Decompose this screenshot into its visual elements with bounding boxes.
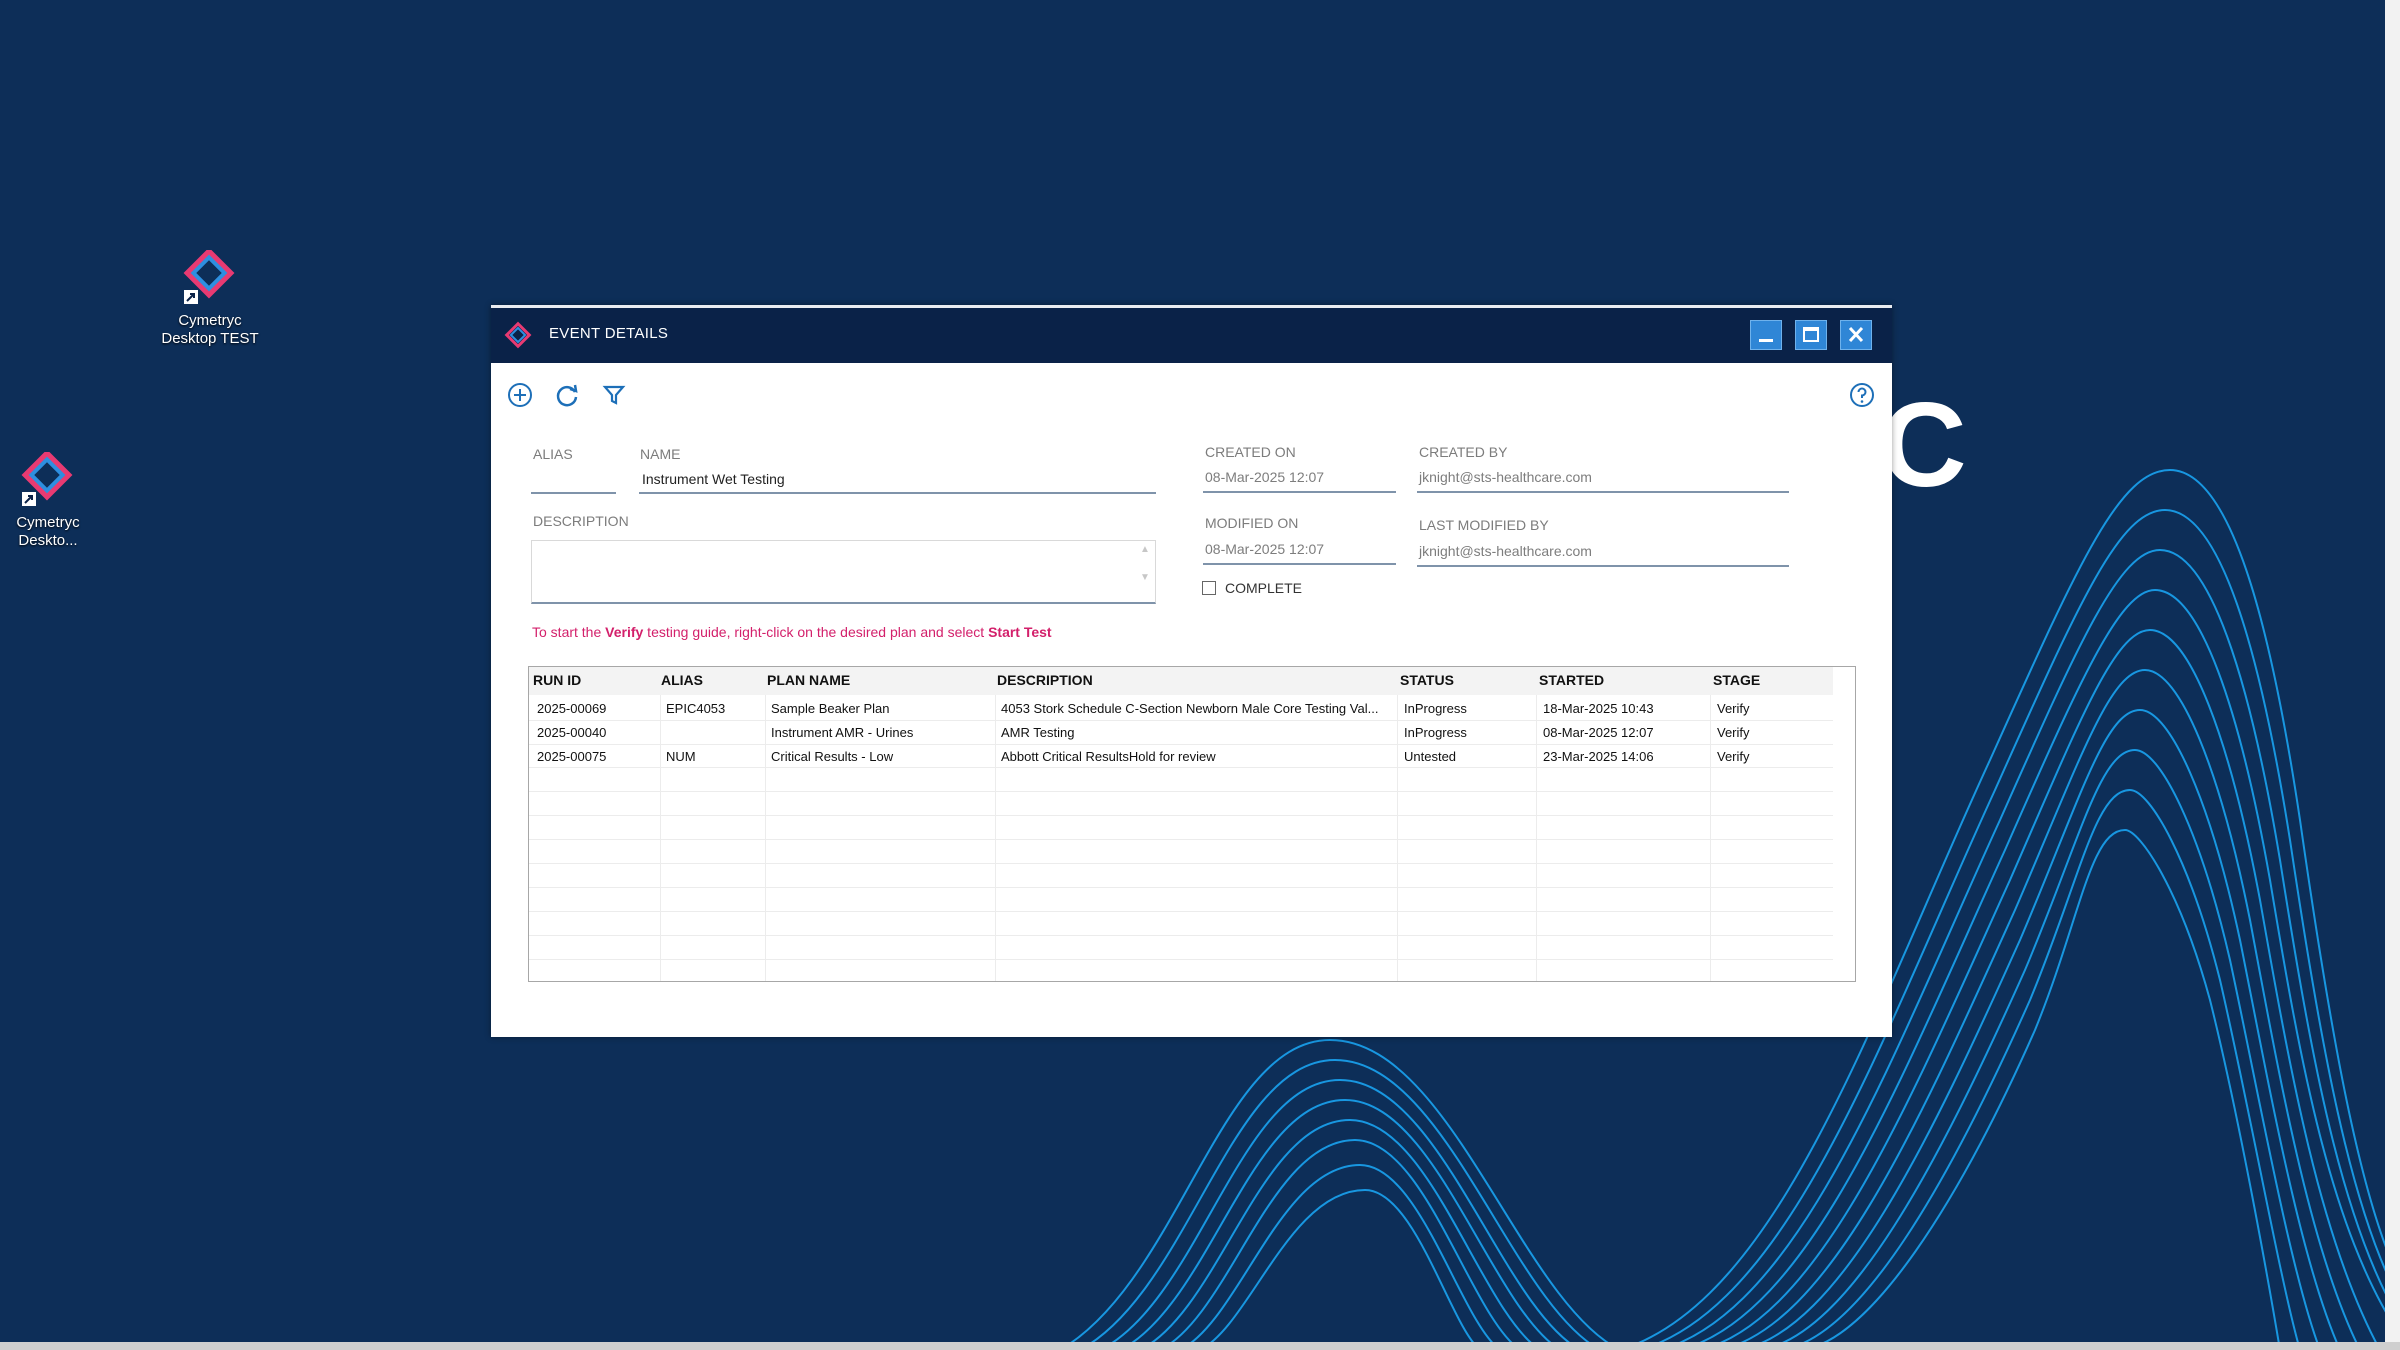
hint-verify-text: Verify: [605, 624, 644, 640]
created-on-underline: [1203, 491, 1396, 493]
column-header-started[interactable]: STARTED: [1539, 672, 1604, 688]
cell-stage: Verify: [1717, 725, 1750, 740]
cell-started: 18-Mar-2025 10:43: [1543, 701, 1654, 716]
created-by-underline: [1417, 491, 1789, 493]
desktop-icon-label: Cymetryc: [16, 514, 80, 531]
created-by-label: CREATED BY: [1419, 444, 1508, 460]
window-titlebar[interactable]: EVENT DETAILS: [491, 305, 1892, 363]
name-label: NAME: [640, 446, 681, 462]
column-header-stage[interactable]: STAGE: [1713, 672, 1760, 688]
table-row[interactable]: 2025-00040 Instrument AMR - Urines AMR T…: [529, 721, 1833, 745]
table-row[interactable]: 2025-00075 NUM Critical Results - Low Ab…: [529, 745, 1833, 769]
window-title: EVENT DETAILS: [549, 325, 669, 342]
maximize-icon: [1803, 327, 1819, 342]
last-modified-by-label: LAST MODIFIED BY: [1419, 517, 1549, 533]
cell-status: Untested: [1404, 749, 1457, 764]
desktop-icon-label: Desktop TEST: [161, 330, 259, 347]
close-button[interactable]: [1840, 320, 1872, 350]
desktop-icon-cymetryc[interactable]: Cymetryc Deskto...: [0, 452, 118, 550]
created-on-value: 08-Mar-2025 12:07: [1205, 469, 1325, 485]
minimize-button[interactable]: [1750, 320, 1782, 350]
row-divider: [529, 839, 1833, 840]
cell-status: InProgress: [1404, 701, 1467, 716]
column-header-description[interactable]: DESCRIPTION: [997, 672, 1093, 688]
name-underline: [639, 492, 1156, 494]
complete-label[interactable]: COMPLETE: [1225, 580, 1302, 596]
column-header-status[interactable]: STATUS: [1400, 672, 1454, 688]
table-row[interactable]: 2025-00069 EPIC4053 Sample Beaker Plan 4…: [529, 697, 1833, 721]
row-divider: [529, 911, 1833, 912]
filter-icon[interactable]: [599, 380, 629, 410]
help-icon[interactable]: [1847, 380, 1877, 410]
cell-status: InProgress: [1404, 725, 1467, 740]
cell-started: 23-Mar-2025 14:06: [1543, 749, 1654, 764]
name-field[interactable]: Instrument Wet Testing: [642, 471, 785, 487]
modified-on-value: 08-Mar-2025 12:07: [1205, 541, 1325, 557]
row-divider: [529, 815, 1833, 816]
app-logo-icon: [504, 321, 532, 349]
cell-stage: Verify: [1717, 701, 1750, 716]
cell-plan-name: Critical Results - Low: [771, 749, 894, 764]
table-header: RUN ID ALIAS PLAN NAME DESCRIPTION STATU…: [529, 667, 1833, 695]
cell-alias: EPIC4053: [666, 701, 726, 716]
cell-description: AMR Testing: [1001, 725, 1075, 740]
column-header-plan-name[interactable]: PLAN NAME: [767, 672, 850, 688]
description-scrollbar[interactable]: ▲ ▼: [1137, 543, 1153, 599]
hint-text: testing guide, right-click on the desire…: [643, 624, 989, 640]
cell-alias: NUM: [666, 749, 696, 764]
row-divider: [529, 791, 1833, 792]
desktop-icon-cymetryc-test[interactable]: Cymetryc Desktop TEST: [140, 250, 280, 348]
row-divider: [529, 887, 1833, 888]
row-divider: [529, 935, 1833, 936]
cell-description: Abbott Critical ResultsHold for review: [1001, 749, 1216, 764]
cymetryc-logo-icon: [183, 250, 235, 304]
cell-description: 4053 Stork Schedule C-Section Newborn Ma…: [1001, 701, 1379, 716]
cymetryc-logo-icon: [21, 452, 73, 506]
cell-run-id: 2025-00075: [537, 749, 607, 764]
alias-label: ALIAS: [533, 446, 573, 462]
screen-bottom-edge: [0, 1342, 2400, 1350]
created-by-value: jknight@sts-healthcare.com: [1419, 469, 1592, 485]
row-divider: [529, 863, 1833, 864]
maximize-button[interactable]: [1795, 320, 1827, 350]
cell-run-id: 2025-00069: [537, 701, 607, 716]
close-icon: [1848, 326, 1864, 343]
complete-checkbox[interactable]: [1202, 581, 1216, 595]
wallpaper-logo-fragment: C: [1880, 378, 1967, 512]
description-field[interactable]: ▲ ▼: [531, 540, 1156, 604]
desktop-icon-label: Deskto...: [18, 532, 78, 549]
screen-right-edge: [2385, 0, 2400, 1350]
start-test-hint: To start the Verify testing guide, right…: [532, 624, 1052, 640]
cell-plan-name: Instrument AMR - Urines: [771, 725, 914, 740]
refresh-icon[interactable]: [552, 380, 582, 410]
test-plans-table[interactable]: RUN ID ALIAS PLAN NAME DESCRIPTION STATU…: [528, 666, 1856, 982]
column-header-alias[interactable]: ALIAS: [661, 672, 703, 688]
modified-on-underline: [1203, 563, 1396, 565]
alias-underline: [531, 492, 616, 494]
cell-plan-name: Sample Beaker Plan: [771, 701, 890, 716]
modified-on-label: MODIFIED ON: [1205, 515, 1299, 531]
cell-run-id: 2025-00040: [537, 725, 607, 740]
last-modified-by-value: jknight@sts-healthcare.com: [1419, 543, 1592, 559]
desktop-icon-label: Cymetryc: [178, 312, 242, 329]
cell-started: 08-Mar-2025 12:07: [1543, 725, 1654, 740]
created-on-label: CREATED ON: [1205, 444, 1296, 460]
event-details-window: EVENT DETAILS ALIAS NAME Instrument Wet …: [491, 305, 1892, 1037]
column-header-run-id[interactable]: RUN ID: [533, 672, 581, 688]
minimize-icon: [1759, 339, 1773, 342]
desktop: C Cymetryc Desktop TEST Cymetryc Deskto.…: [0, 0, 2400, 1350]
last-modified-by-underline: [1417, 565, 1789, 567]
hint-start-test-text: Start Test: [988, 624, 1052, 640]
row-divider: [529, 959, 1833, 960]
add-icon[interactable]: [505, 380, 535, 410]
description-label: DESCRIPTION: [533, 513, 629, 529]
hint-text: To start the: [532, 624, 606, 640]
cell-stage: Verify: [1717, 749, 1750, 764]
